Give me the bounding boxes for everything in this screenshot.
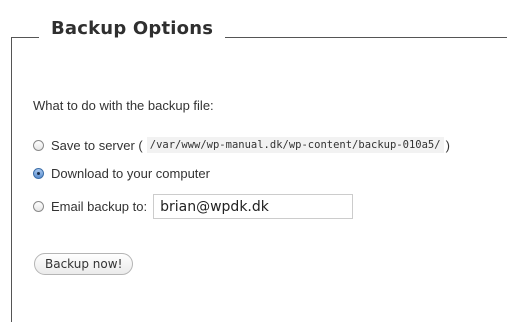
save-to-server-label: Save to server ( [51, 137, 143, 153]
server-path: /var/www/wp-manual.dk/wp-content/backup-… [146, 137, 444, 153]
email-radio[interactable] [33, 201, 44, 212]
backup-destination-prompt: What to do with the backup file: [33, 98, 214, 113]
email-input[interactable] [153, 194, 354, 219]
download-option[interactable]: Download to your computer [33, 166, 210, 181]
email-label: Email backup to: [51, 199, 148, 214]
section-title: Backup Options [39, 16, 226, 42]
download-label: Download to your computer [51, 166, 210, 181]
save-to-server-option[interactable]: Save to server ( /var/www/wp-manual.dk/w… [33, 137, 450, 153]
download-radio[interactable] [33, 168, 44, 179]
email-option[interactable]: Email backup to: [33, 194, 354, 219]
save-to-server-radio[interactable] [33, 139, 44, 151]
save-to-server-suffix: ) [445, 137, 450, 153]
backup-now-button[interactable]: Backup now! [34, 253, 134, 275]
backup-options-panel: Backup Options What to do with the backu… [0, 0, 507, 322]
